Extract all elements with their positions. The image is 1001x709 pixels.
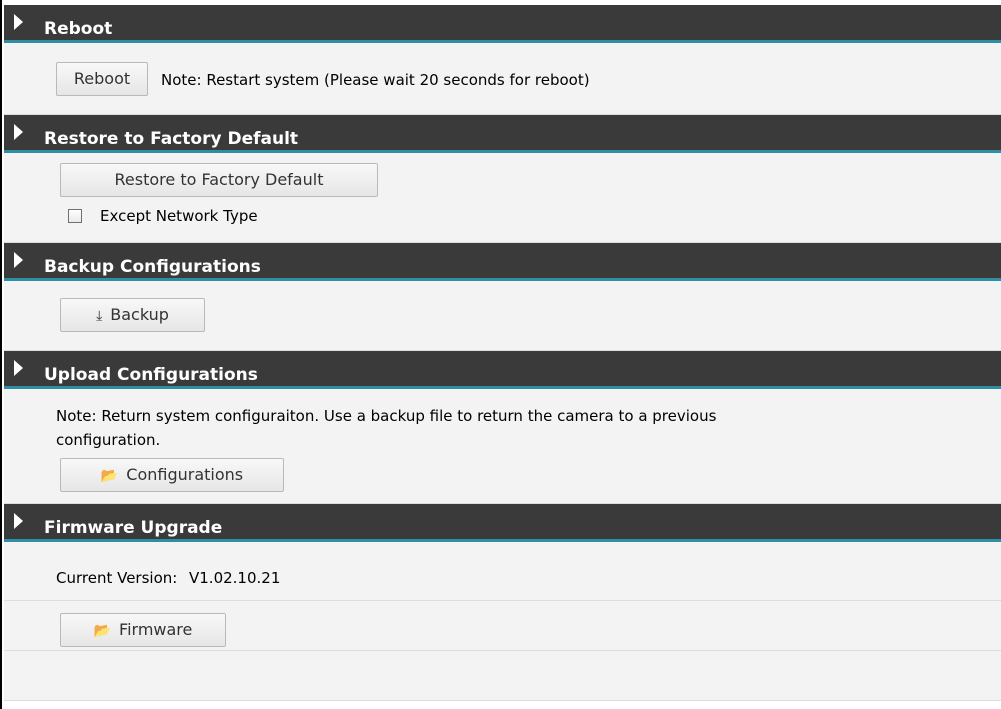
firmware-button-label: Firmware <box>119 620 193 639</box>
upload-section-title: Upload Configurations <box>44 365 258 385</box>
reboot-note: Note: Restart system (Please wait 20 sec… <box>161 71 590 89</box>
upload-section-header[interactable]: Upload Configurations <box>4 351 1001 389</box>
expand-arrow-icon <box>14 360 23 376</box>
except-network-type-label: Except Network Type <box>100 207 258 225</box>
expand-arrow-icon <box>14 252 23 268</box>
folder-open-icon: 📂 <box>93 623 112 639</box>
upload-configurations-button[interactable]: 📂 Configurations <box>60 458 284 492</box>
upload-button-label: Configurations <box>126 465 244 484</box>
restore-section-title: Restore to Factory Default <box>44 129 299 149</box>
backup-section-header[interactable]: Backup Configurations <box>4 243 1001 281</box>
restore-button-label: Restore to Factory Default <box>114 170 324 189</box>
reboot-button-label: Reboot <box>73 69 131 88</box>
current-version-value: V1.02.10.21 <box>189 569 281 587</box>
restore-section-header[interactable]: Restore to Factory Default <box>4 115 1001 153</box>
folder-open-icon: 📂 <box>100 468 119 484</box>
current-version-label: Current Version: <box>56 569 178 587</box>
firmware-divider <box>4 600 1001 601</box>
page-frame: Reboot Reboot Note: Restart system (Plea… <box>0 0 1001 709</box>
firmware-upload-button[interactable]: 📂 Firmware <box>60 613 226 647</box>
reboot-section-header[interactable]: Reboot <box>4 5 1001 43</box>
upload-note-line1: Note: Return system configuraiton. Use a… <box>56 407 717 425</box>
firmware-divider-bottom <box>4 650 1001 651</box>
reboot-button[interactable]: Reboot <box>56 62 148 96</box>
restore-factory-default-button[interactable]: Restore to Factory Default <box>60 163 378 197</box>
except-network-type-checkbox[interactable] <box>68 209 82 223</box>
reboot-section-title: Reboot <box>44 19 113 39</box>
firmware-section-title: Firmware Upgrade <box>44 518 223 538</box>
firmware-section-header[interactable]: Firmware Upgrade <box>4 504 1001 542</box>
backup-section-title: Backup Configurations <box>44 257 261 277</box>
expand-arrow-icon <box>14 513 23 529</box>
download-icon: ⤓ <box>96 308 103 324</box>
backup-button[interactable]: ⤓ Backup <box>60 298 205 332</box>
expand-arrow-icon <box>14 14 23 30</box>
upload-note-line2: configuration. <box>56 431 161 449</box>
expand-arrow-icon <box>14 124 23 140</box>
backup-button-label: Backup <box>110 305 169 324</box>
